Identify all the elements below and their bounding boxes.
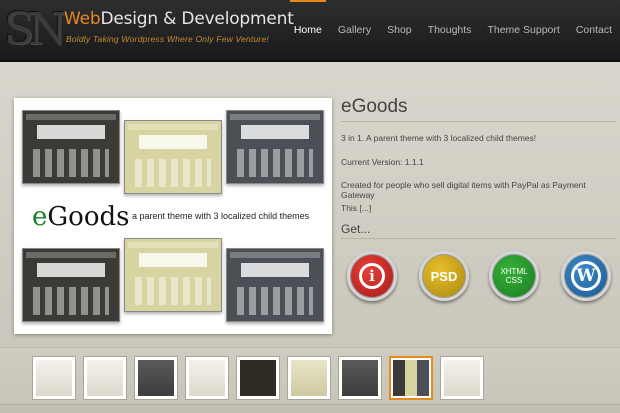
thumbnail-3[interactable] [134,356,178,400]
post-intro: 3 in 1. A parent theme with 3 localized … [341,133,537,143]
get-divider [341,238,616,239]
thumbnail-4[interactable] [185,356,229,400]
theme-preview-dark-2 [22,248,120,322]
css-label: CSS [505,276,523,285]
wordpress-button[interactable]: W [561,251,611,301]
title-divider [341,121,616,122]
theme-preview-cream-2 [124,238,222,312]
post-version: Current Version: 1.1.1 [341,157,424,167]
psd-download-button[interactable]: PSD [419,251,469,301]
nav-thoughts[interactable]: Thoughts [420,0,480,60]
theme-preview-slate [226,110,324,184]
nav-contact[interactable]: Contact [568,0,620,60]
info-button[interactable]: i [347,251,397,301]
main-nav: Home Gallery Shop Thoughts Theme Support… [286,0,620,60]
egoods-logo: eGoods [32,202,130,232]
wordpress-icon: W [571,261,601,291]
site-title-rest: Design & Development [100,9,294,29]
thumbnail-6[interactable] [287,356,331,400]
get-heading: Get... [341,222,371,236]
thumbnail-7[interactable] [338,356,382,400]
post-title[interactable]: eGoods [341,96,408,118]
theme-preview-slate-2 [226,248,324,322]
xhtml-css-button[interactable]: XHTML CSS [489,251,539,301]
logo-monogram[interactable]: SN [4,2,67,58]
site-tagline: Boldly Taking Wordpress Where Only Few V… [66,34,269,44]
thumbnail-1[interactable] [32,356,76,400]
nav-home[interactable]: Home [286,0,330,60]
nav-gallery[interactable]: Gallery [330,0,379,60]
read-more-link[interactable]: This [...] [341,203,371,213]
thumbnail-9[interactable] [440,356,484,400]
thumbnail-5[interactable] [236,356,280,400]
bottom-divider [0,404,620,413]
post-description: Created for people who sell digital item… [341,180,586,200]
thumbnail-2[interactable] [83,356,127,400]
featured-image[interactable]: eGoods a parent theme with 3 localized c… [14,98,332,334]
site-title[interactable]: WebDesign & Development [64,9,294,29]
egoods-tagline: a parent theme with 3 localized child th… [132,211,310,221]
xhtml-label: XHTML [500,267,528,276]
nav-shop[interactable]: Shop [379,0,420,60]
info-icon: i [359,263,385,289]
theme-preview-cream [124,120,222,194]
thumbnail-8-active[interactable] [389,356,433,400]
site-header: SN WebDesign & Development Boldly Taking… [0,0,620,62]
site-title-accent: Web [64,9,101,29]
nav-theme-support[interactable]: Theme Support [479,0,567,60]
theme-preview-dark [22,110,120,184]
